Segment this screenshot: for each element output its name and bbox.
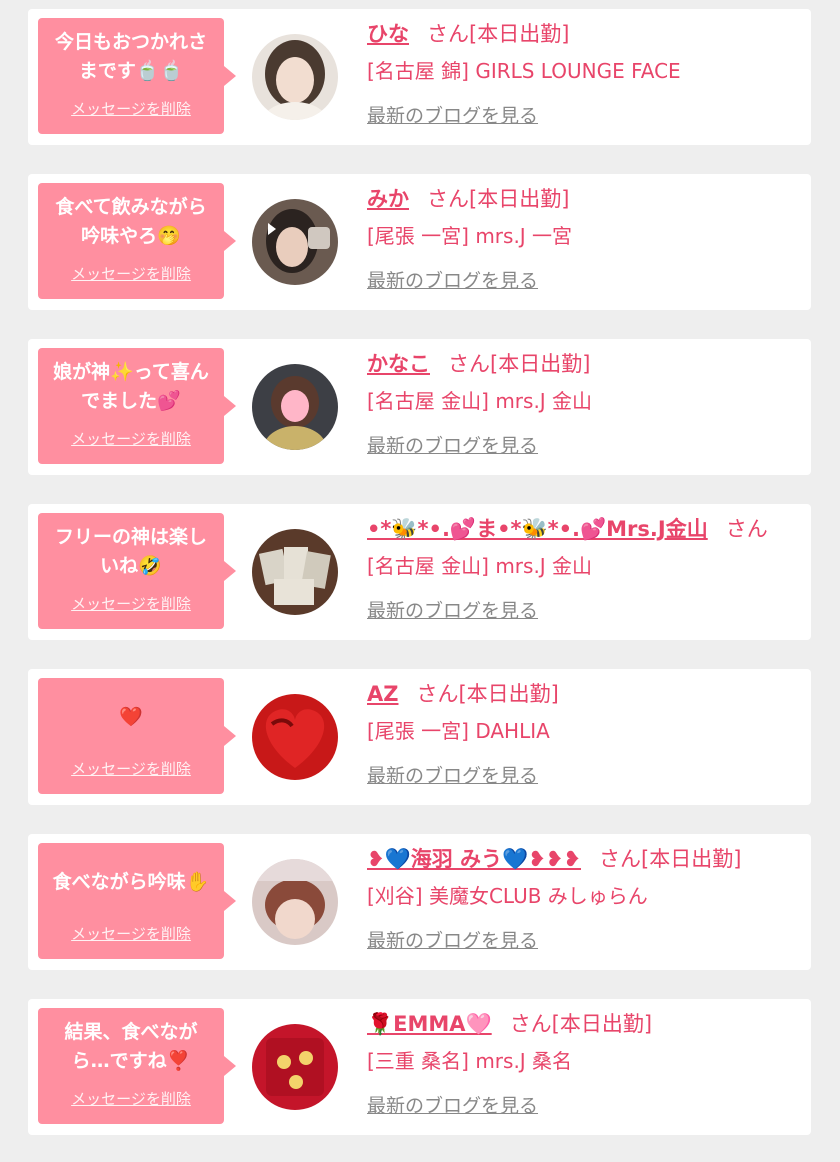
message-card: 今日もおつかれさまです🍵🍵 メッセージを削除 ひな さん[本日出勤] [名古屋 錦… bbox=[28, 9, 811, 145]
shop-name: [名古屋 金山] mrs.J 金山 bbox=[367, 389, 593, 413]
message-text: 食べて飲みながら吟味やろ🤭 bbox=[55, 196, 207, 247]
blog-link[interactable]: 最新のブログを見る bbox=[367, 101, 538, 128]
avatar[interactable] bbox=[252, 34, 338, 120]
message-list: 今日もおつかれさまです🍵🍵 メッセージを削除 ひな さん[本日出勤] [名古屋 錦… bbox=[0, 0, 840, 1162]
message-text: 娘が神✨って喜んでました💕 bbox=[53, 361, 209, 412]
shop-name: [刈谷] 美魔女CLUB みしゅらん bbox=[367, 884, 648, 908]
message-card: ❤️ メッセージを削除 AZ さん[本日出勤] [尾張 一宮] DAHLIA 最新… bbox=[28, 669, 811, 805]
shop-name: [名古屋 錦] GIRLS LOUNGE FACE bbox=[367, 59, 681, 83]
girl-name-link[interactable]: 🌹EMMA🩷 bbox=[367, 1012, 492, 1036]
name-suffix: さん bbox=[725, 517, 768, 541]
cards-photo-icon bbox=[252, 529, 338, 615]
message-card: フリーの神は楽しいね🤣 メッセージを削除 •*🐝*•.💕ま•*🐝*•.💕Mrs.… bbox=[28, 504, 811, 640]
girl-name-link[interactable]: かなこ bbox=[367, 352, 430, 376]
girl-name-link[interactable]: ❥💙海羽 みう💙❥❥❥ bbox=[367, 847, 581, 871]
avatar[interactable] bbox=[252, 364, 338, 450]
name-suffix: さん[本日出勤] bbox=[427, 187, 570, 211]
red-heart-photo-icon bbox=[252, 694, 338, 780]
girl-name-link[interactable]: AZ bbox=[367, 682, 398, 706]
delete-message-link[interactable]: メッセージを削除 bbox=[46, 428, 216, 449]
red-banner-photo-icon bbox=[252, 1024, 338, 1110]
name-suffix: さん[本日出勤] bbox=[448, 352, 591, 376]
message-bubble: 食べて飲みながら吟味やろ🤭 メッセージを削除 bbox=[38, 183, 236, 299]
blog-link[interactable]: 最新のブログを見る bbox=[367, 596, 538, 623]
blog-link[interactable]: 最新のブログを見る bbox=[367, 431, 538, 458]
avatar[interactable] bbox=[252, 529, 338, 615]
message-text: フリーの神は楽しいね🤣 bbox=[54, 526, 207, 577]
shop-name: [尾張 一宮] DAHLIA bbox=[367, 719, 550, 743]
shop-name: [三重 桑名] mrs.J 桑名 bbox=[367, 1049, 573, 1073]
delete-message-link[interactable]: メッセージを削除 bbox=[46, 923, 216, 944]
message-bubble: 今日もおつかれさまです🍵🍵 メッセージを削除 bbox=[38, 18, 236, 134]
blog-link[interactable]: 最新のブログを見る bbox=[367, 926, 538, 953]
message-text: ❤️ bbox=[119, 705, 143, 728]
shop-name: [尾張 一宮] mrs.J 一宮 bbox=[367, 224, 573, 248]
message-card: 結果、食べながら…ですね❣️ メッセージを削除 🌹EMMA🩷 さん[本日出勤] [… bbox=[28, 999, 811, 1135]
avatar[interactable] bbox=[252, 1024, 338, 1110]
message-text: 食べながら吟味✋ bbox=[52, 870, 210, 893]
avatar[interactable] bbox=[252, 859, 338, 945]
name-suffix: さん[本日出勤] bbox=[416, 682, 559, 706]
message-text: 結果、食べながら…ですね❣️ bbox=[64, 1021, 198, 1072]
girl-name-link[interactable]: ひな bbox=[367, 22, 409, 46]
message-bubble: ❤️ メッセージを削除 bbox=[38, 678, 236, 794]
name-suffix: さん[本日出勤] bbox=[509, 1012, 653, 1036]
blog-link[interactable]: 最新のブログを見る bbox=[367, 761, 538, 788]
avatar[interactable] bbox=[252, 199, 338, 285]
message-bubble: 食べながら吟味✋ メッセージを削除 bbox=[38, 843, 236, 959]
girl-name-link[interactable]: みか bbox=[367, 187, 409, 211]
message-card: 娘が神✨って喜んでました💕 メッセージを削除 かなこ さん[本日出勤] [名古屋 … bbox=[28, 339, 811, 475]
delete-message-link[interactable]: メッセージを削除 bbox=[46, 758, 216, 779]
delete-message-link[interactable]: メッセージを削除 bbox=[46, 263, 216, 284]
name-suffix: さん[本日出勤] bbox=[427, 22, 570, 46]
girl-photo-icon bbox=[252, 199, 338, 285]
message-card: 食べて飲みながら吟味やろ🤭 メッセージを削除 みか さん[本日出勤] [尾張 一宮… bbox=[28, 174, 811, 310]
girl-photo-icon bbox=[252, 859, 338, 945]
message-card: 食べながら吟味✋ メッセージを削除 ❥💙海羽 みう💙❥❥❥ さん[本日出勤] [刈… bbox=[28, 834, 811, 970]
delete-message-link[interactable]: メッセージを削除 bbox=[46, 593, 216, 614]
girl-name-link[interactable]: •*🐝*•.💕ま•*🐝*•.💕Mrs.J金山 bbox=[367, 517, 708, 541]
name-suffix: さん[本日出勤] bbox=[599, 847, 742, 871]
message-bubble: 結果、食べながら…ですね❣️ メッセージを削除 bbox=[38, 1008, 236, 1124]
message-text: 今日もおつかれさまです🍵🍵 bbox=[54, 31, 207, 82]
shop-name: [名古屋 金山] mrs.J 金山 bbox=[367, 554, 593, 578]
delete-message-link[interactable]: メッセージを削除 bbox=[46, 1088, 216, 1109]
message-bubble: 娘が神✨って喜んでました💕 メッセージを削除 bbox=[38, 348, 236, 464]
girl-photo-icon bbox=[252, 34, 338, 120]
delete-message-link[interactable]: メッセージを削除 bbox=[46, 98, 216, 119]
avatar[interactable] bbox=[252, 694, 338, 780]
blog-link[interactable]: 最新のブログを見る bbox=[367, 1091, 538, 1118]
girl-photo-icon bbox=[252, 364, 338, 450]
message-bubble: フリーの神は楽しいね🤣 メッセージを削除 bbox=[38, 513, 236, 629]
blog-link[interactable]: 最新のブログを見る bbox=[367, 266, 538, 293]
